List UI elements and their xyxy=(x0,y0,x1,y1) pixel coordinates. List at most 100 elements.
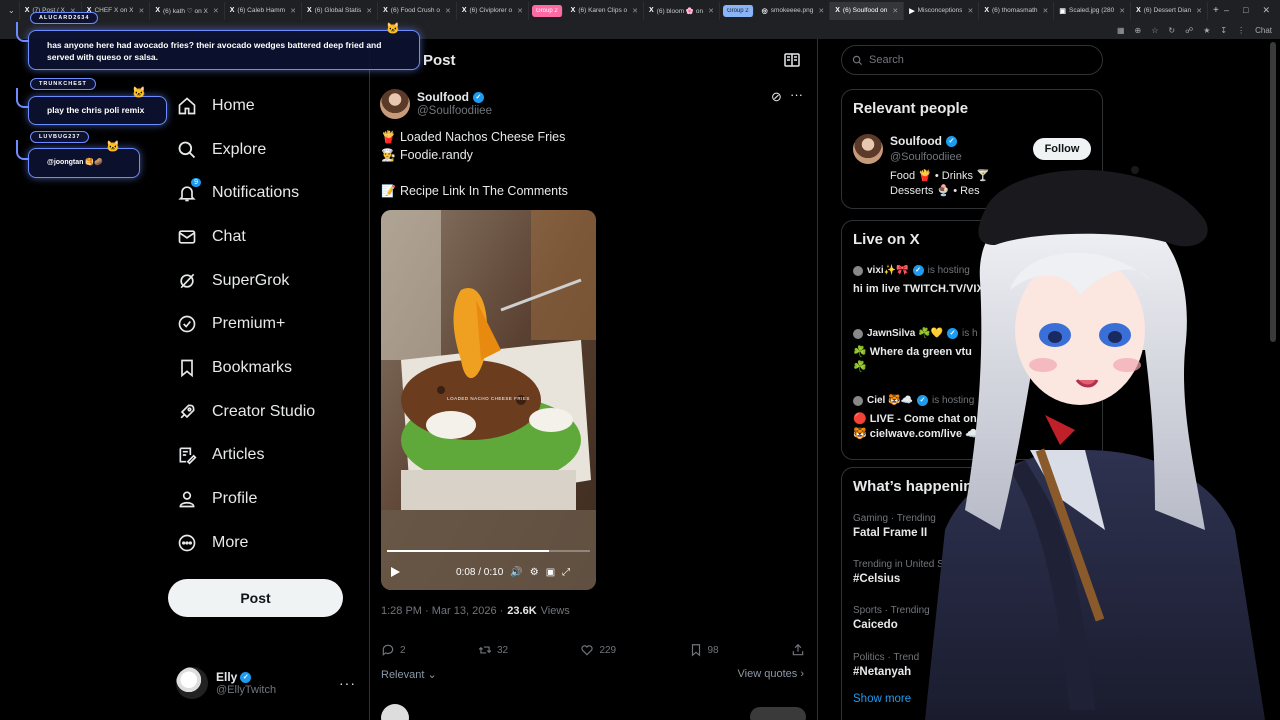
tab-group-chip[interactable]: Group 2 xyxy=(722,4,754,17)
post-timestamp[interactable]: 1:28 PM · Mar 13, 2026 · xyxy=(381,605,503,617)
video-player[interactable]: LOADED NACHO CHEESE FRIES 0:08 / 0:10 🔊 … xyxy=(381,210,596,590)
nav-creator-studio[interactable]: Creator Studio xyxy=(168,390,358,434)
browser-tab[interactable]: X (6) Dessert Dian ✕ xyxy=(1131,1,1208,20)
show-more-link[interactable]: Show more xyxy=(853,693,911,705)
pip-icon[interactable]: ▣ xyxy=(546,567,555,578)
new-tab-button[interactable]: + xyxy=(1208,2,1224,20)
browser-tab[interactable]: ◎ smokeeee.png ✕ xyxy=(757,1,831,20)
close-tab-icon[interactable]: ✕ xyxy=(892,7,898,15)
search-box[interactable] xyxy=(841,45,1103,75)
nav-articles[interactable]: Articles xyxy=(168,434,358,478)
primary-nav: Home Explore 9 Notifications Chat SuperG… xyxy=(168,84,358,565)
tab-search-button[interactable]: ⌄ xyxy=(4,1,20,20)
browser-tab[interactable]: X (6) kath ♡ on X ✕ xyxy=(150,1,225,20)
author-name-row[interactable]: Soulfood ✓ xyxy=(417,90,484,104)
fullscreen-icon[interactable]: ⤢ xyxy=(562,567,570,578)
post-button[interactable]: Post xyxy=(168,579,343,617)
relevant-person-name-row[interactable]: Soulfood ✓ xyxy=(890,134,957,148)
account-more-icon[interactable]: ··· xyxy=(339,675,356,691)
relevant-person-avatar[interactable] xyxy=(853,134,883,164)
close-tab-icon[interactable]: ✕ xyxy=(632,7,638,15)
bookmark-button[interactable]: 98 xyxy=(689,643,719,657)
settings-icon[interactable]: ⚙ xyxy=(530,567,539,578)
replies-sort-dropdown[interactable]: Relevant ⌄ xyxy=(381,668,437,681)
browser-tab[interactable]: X (6) Global Statis ✕ xyxy=(302,1,379,20)
nav-premium[interactable]: Premium+ xyxy=(168,302,358,346)
browser-tab[interactable]: ▣ Scaled.jpg (280 ✕ xyxy=(1054,1,1132,20)
nav-supergrok[interactable]: SuperGrok xyxy=(168,259,358,303)
nav-bookmarks[interactable]: Bookmarks xyxy=(168,346,358,390)
share-button[interactable] xyxy=(791,643,805,657)
person-icon xyxy=(176,488,198,510)
close-tab-icon[interactable]: ✕ xyxy=(213,7,219,15)
tab-label: (6) Soulfood on xyxy=(842,7,888,14)
grok-icon xyxy=(176,270,198,292)
nav-notifications[interactable]: 9 Notifications xyxy=(168,171,358,215)
repost-button[interactable]: 32 xyxy=(478,643,508,657)
close-window-button[interactable]: ✕ xyxy=(1262,5,1270,16)
author-avatar[interactable] xyxy=(380,89,410,119)
minimize-button[interactable]: – xyxy=(1224,5,1229,16)
account-handle: @EllyTwitch xyxy=(216,684,277,696)
close-tab-icon[interactable]: ✕ xyxy=(1043,7,1049,15)
account-switcher[interactable]: Elly ✓ @EllyTwitch ··· xyxy=(176,667,356,699)
tab-label: Scaled.jpg (280 xyxy=(1069,7,1115,14)
extension-icon[interactable]: ☍ xyxy=(1185,26,1193,35)
translate-icon[interactable]: ▦ xyxy=(1117,26,1125,35)
bookmark-star-icon[interactable]: ★ xyxy=(1203,26,1210,35)
author-handle[interactable]: @Soulfoodiiee xyxy=(417,105,492,117)
maximize-button[interactable]: □ xyxy=(1243,5,1248,16)
close-tab-icon[interactable]: ✕ xyxy=(290,7,296,15)
close-tab-icon[interactable]: ✕ xyxy=(708,7,714,15)
browser-tab[interactable]: X (6) bloom 🌸 on ✕ xyxy=(644,1,720,20)
tab-label: (6) Civiplorer o xyxy=(469,7,513,14)
chat-username: ALUCARD2634 xyxy=(30,12,99,24)
view-quotes-label: View quotes xyxy=(737,668,798,680)
relevant-people-title: Relevant people xyxy=(853,100,969,117)
reply-button[interactable]: 2 xyxy=(381,643,406,657)
post-text-line: 📝 Recipe Link In The Comments xyxy=(381,184,568,198)
zoom-icon[interactable]: ⊕ xyxy=(1135,26,1142,35)
search-input[interactable] xyxy=(869,54,1089,66)
browser-tab[interactable]: ▶ Misconceptions ✕ xyxy=(904,1,980,20)
close-tab-icon[interactable]: ✕ xyxy=(967,7,973,15)
reader-mode-icon[interactable] xyxy=(784,53,800,67)
close-tab-icon[interactable]: ✕ xyxy=(366,7,372,15)
close-tab-icon[interactable]: ✕ xyxy=(818,7,824,15)
refresh-icon[interactable]: ↻ xyxy=(1168,26,1175,35)
close-tab-icon[interactable]: ✕ xyxy=(1196,7,1202,15)
volume-icon[interactable]: 🔊 xyxy=(510,567,522,578)
nav-more[interactable]: More xyxy=(168,521,358,565)
star-icon[interactable]: ☆ xyxy=(1151,26,1158,35)
menu-icon[interactable]: ⋮ xyxy=(1237,26,1245,35)
browser-tab[interactable]: X (6) Karen Clips o ✕ xyxy=(566,1,644,20)
browser-tab[interactable]: X (6) Food Crush o ✕ xyxy=(378,1,457,20)
tab-group-chip[interactable]: Group 2 xyxy=(531,4,563,17)
nav-home[interactable]: Home xyxy=(168,84,358,128)
close-tab-icon[interactable]: ✕ xyxy=(1119,7,1125,15)
view-quotes-link[interactable]: View quotes › xyxy=(738,668,804,680)
browser-tab[interactable]: X (6) Soulfood on ✕ xyxy=(830,1,905,20)
downloads-icon[interactable]: ↧ xyxy=(1220,26,1227,35)
browser-tab[interactable]: X (6) Caleb Hamm ✕ xyxy=(225,1,302,20)
video-controls: 0:08 / 0:10 🔊 ⚙ ▣ ⤢ xyxy=(381,554,596,590)
browser-tab[interactable]: X (6) Civiplorer o ✕ xyxy=(457,1,529,20)
post-detail: Post Soulfood ✓ @Soulfoodiiee ⊘ ··· 🍟 Load… xyxy=(369,39,817,720)
nav-explore[interactable]: Explore xyxy=(168,128,358,172)
play-icon[interactable] xyxy=(389,566,401,578)
grok-explain-icon[interactable]: ⊘ xyxy=(771,89,782,105)
chat-extension-label[interactable]: Chat xyxy=(1255,26,1272,35)
video-progress-bar[interactable] xyxy=(387,550,590,552)
nav-chat[interactable]: Chat xyxy=(168,215,358,259)
reply-button-compose[interactable] xyxy=(750,707,806,720)
reply-avatar[interactable] xyxy=(381,704,409,720)
post-more-icon[interactable]: ··· xyxy=(790,87,803,102)
browser-tab[interactable]: X (6) thomasmath ✕ xyxy=(979,1,1055,20)
like-button[interactable]: 229 xyxy=(580,643,616,657)
close-tab-icon[interactable]: ✕ xyxy=(517,7,523,15)
repost-count: 32 xyxy=(496,644,509,656)
verified-icon: ✓ xyxy=(240,671,252,683)
nav-profile[interactable]: Profile xyxy=(168,477,358,521)
close-tab-icon[interactable]: ✕ xyxy=(445,7,451,15)
close-tab-icon[interactable]: ✕ xyxy=(138,7,144,15)
